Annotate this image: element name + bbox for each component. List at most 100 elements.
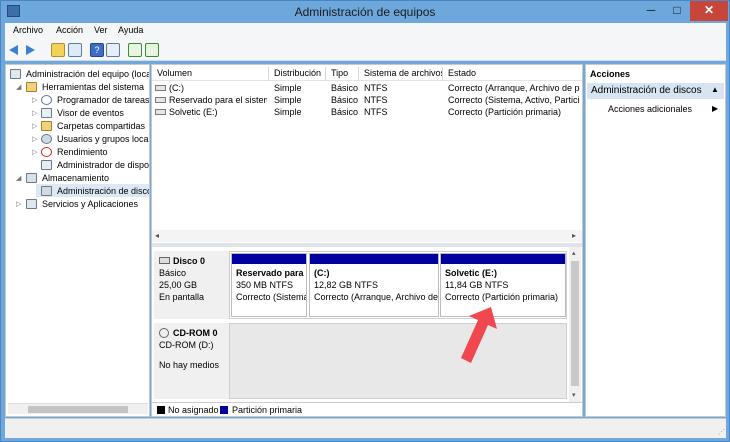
close-button[interactable]: ✕ [690, 1, 728, 21]
cell-state: Correcto (Arranque, Archivo de paginació… [448, 83, 580, 93]
refresh-icon[interactable] [128, 43, 142, 57]
tree-item-tools[interactable]: Herramientas del sistema [42, 82, 144, 92]
forward-arrow-icon[interactable] [26, 45, 35, 55]
tree-item-services[interactable]: Servicios y Aplicaciones [42, 199, 138, 209]
show-tree-icon[interactable] [68, 43, 82, 57]
tree-item-events[interactable]: Visor de eventos [57, 108, 124, 118]
column-header-volumen[interactable]: Volumen [152, 67, 269, 81]
tree-item-disk-management[interactable]: Administración de discos [57, 186, 149, 196]
cdrom-status: No hay medios [159, 360, 220, 370]
tree-root[interactable]: Administración del equipo (local) [26, 69, 149, 79]
submenu-arrow-icon[interactable]: ▶ [712, 104, 718, 113]
collapse-up-icon[interactable]: ▲ [711, 85, 719, 94]
column-header-sistema[interactable]: Sistema de archivos [359, 67, 443, 81]
menu-bar: Archivo Acción Ver Ayuda [5, 23, 726, 39]
cdrom-icon [159, 328, 169, 338]
volume-list-hscrollbar[interactable]: ◂ ▸ [152, 230, 582, 242]
tree-item-storage[interactable]: Almacenamiento [42, 173, 109, 183]
scroll-up-icon[interactable]: ▴ [572, 249, 576, 257]
expand-arrow-icon[interactable]: ▷ [32, 148, 37, 156]
primary-partition-bar [310, 254, 438, 264]
expand-arrow-icon[interactable]: ▷ [32, 96, 37, 104]
scroll-left-icon[interactable]: ◂ [155, 231, 159, 240]
partition-c[interactable]: (C:) 12,82 GB NTFS Correcto (Arranque, A… [309, 253, 439, 317]
resize-grip-icon[interactable]: ⋰ [718, 428, 725, 436]
pointer-arrow-icon [461, 307, 497, 363]
cdrom-0-info[interactable]: CD-ROM 0 CD-ROM (D:) No hay medios [154, 323, 229, 399]
clock-icon [41, 95, 52, 105]
cell-filesystem: NTFS [364, 107, 388, 117]
primary-swatch [220, 406, 228, 414]
cell-volume: Solvetic (E:) [169, 107, 218, 117]
partition-name: Reservado para el sistema [236, 268, 306, 278]
legend: No asignado Partición primaria [152, 402, 582, 416]
tree-item-devices[interactable]: Administrador de dispositivos [57, 160, 149, 170]
app-window: Administración de equipos ─ □ ✕ Archivo … [0, 0, 730, 442]
column-header-estado[interactable]: Estado [443, 67, 582, 81]
tree-item-performance[interactable]: Rendimiento [57, 147, 108, 157]
scrollbar-thumb[interactable] [28, 406, 128, 413]
column-header-distribucion[interactable]: Distribución [269, 67, 326, 81]
menu-archivo[interactable]: Archivo [13, 25, 43, 35]
cdrom-name: CD-ROM 0 [173, 328, 218, 338]
event-viewer-icon [41, 108, 52, 118]
collapse-arrow-icon[interactable]: ◢ [16, 174, 21, 182]
cell-state: Correcto (Partición primaria) [448, 107, 562, 117]
disk-0-size: 25,00 GB [159, 280, 198, 290]
center-pane: Volumen Distribución Tipo Sistema de arc… [151, 64, 583, 417]
maximize-button[interactable]: □ [664, 1, 690, 21]
cell-volume: (C:) [169, 83, 184, 93]
drive-icon [155, 85, 166, 91]
folder-up-icon[interactable] [51, 43, 65, 57]
window-title: Administración de equipos [294, 5, 436, 19]
users-icon [41, 134, 52, 144]
collapse-arrow-icon[interactable]: ◢ [16, 83, 21, 91]
shared-folder-icon [41, 121, 52, 131]
cell-filesystem: NTFS [364, 95, 388, 105]
disk-0-info[interactable]: Disco 0 Básico 25,00 GB En pantalla [154, 251, 229, 319]
help-icon[interactable]: ? [90, 43, 104, 57]
expand-arrow-icon[interactable]: ▷ [32, 109, 37, 117]
actions-more-label[interactable]: Acciones adicionales [608, 104, 692, 114]
partition-reserved[interactable]: Reservado para el sistema 350 MB NTFS Co… [231, 253, 307, 317]
partition-state: Correcto (Partición primaria) [445, 292, 559, 302]
scroll-right-icon[interactable]: ▸ [572, 231, 576, 240]
tree-item-users[interactable]: Usuarios y grupos locales [57, 134, 149, 144]
cell-state: Correcto (Sistema, Activo, Partición pri… [448, 95, 580, 105]
tree-item-scheduler[interactable]: Programador de tareas [57, 95, 149, 105]
legend-primary: Partición primaria [232, 405, 303, 415]
menu-ayuda[interactable]: Ayuda [118, 25, 143, 35]
menu-accion[interactable]: Acción [56, 25, 83, 35]
disk-0-status: En pantalla [159, 292, 205, 302]
performance-icon [41, 147, 52, 157]
disk-management-icon [41, 186, 52, 196]
scroll-down-icon[interactable]: ▾ [572, 391, 576, 399]
cell-filesystem: NTFS [364, 83, 388, 93]
scrollbar-thumb[interactable] [571, 261, 579, 386]
storage-icon [26, 173, 37, 183]
cell-distribution: Simple [274, 107, 302, 117]
partition-state: Correcto (Sistema, Activo, Partición pri… [236, 292, 306, 302]
properties-icon[interactable] [106, 43, 120, 57]
export-list-icon[interactable] [145, 43, 159, 57]
partition-name: (C:) [314, 268, 330, 278]
column-header-tipo[interactable]: Tipo [326, 67, 359, 81]
expand-arrow-icon[interactable]: ▷ [16, 200, 21, 208]
tree-item-shared[interactable]: Carpetas compartidas [57, 121, 145, 131]
tree-horizontal-scrollbar[interactable] [8, 403, 148, 414]
disk-graphical-view: Disco 0 Básico 25,00 GB En pantalla Rese… [152, 247, 582, 402]
primary-partition-bar [441, 254, 565, 264]
cell-type: Básico [331, 107, 359, 117]
minimize-button[interactable]: ─ [638, 1, 664, 21]
expand-arrow-icon[interactable]: ▷ [32, 122, 37, 130]
drive-icon [155, 109, 166, 115]
disks-vertical-scrollbar[interactable]: ▴ ▾ [569, 247, 581, 402]
drive-icon [155, 97, 166, 103]
partition-size: 11,84 GB NTFS [445, 280, 509, 290]
back-arrow-icon[interactable] [9, 45, 18, 55]
menu-ver[interactable]: Ver [94, 25, 108, 35]
expand-arrow-icon[interactable]: ▷ [32, 135, 37, 143]
actions-section-header[interactable]: Administración de discos ▲ [587, 83, 724, 99]
status-bar: ⋰ [5, 418, 726, 438]
cell-type: Básico [331, 83, 359, 93]
